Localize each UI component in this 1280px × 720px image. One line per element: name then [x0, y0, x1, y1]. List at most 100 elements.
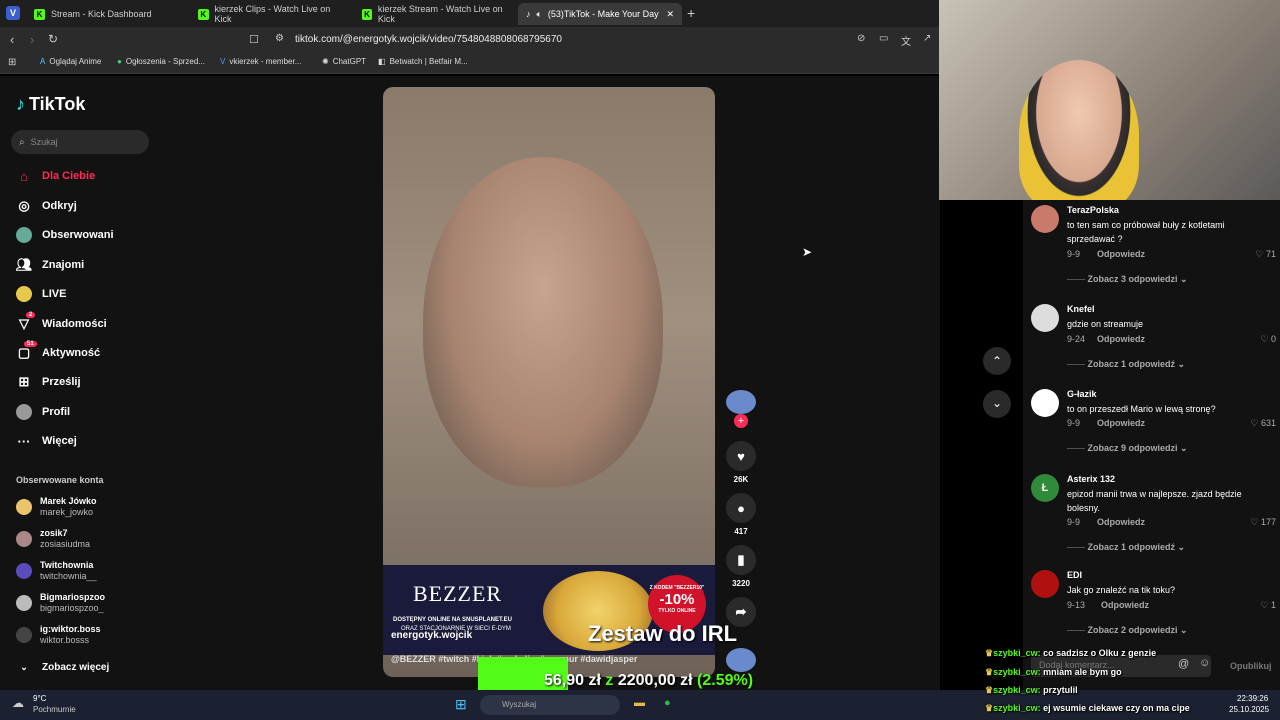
save-button[interactable]: ▮ 3220 [726, 545, 756, 588]
reload-icon[interactable]: ↻ [48, 32, 58, 46]
folder-icon[interactable]: ▬ [634, 697, 645, 709]
goal-target: 2200,00 zł [617, 672, 693, 689]
clock-date[interactable]: 25.10.2025 [1229, 705, 1269, 714]
comment-user[interactable]: TerazPolska [1067, 205, 1119, 215]
url-input[interactable]: tiktok.com/@energotyk.wojcik/video/75480… [295, 34, 562, 45]
view-replies-button[interactable]: —— Zobacz 2 odpowiedzi ⌄ [1067, 625, 1188, 636]
view-replies-button[interactable]: —— Zobacz 9 odpowiedzi ⌄ [1067, 443, 1188, 454]
nav-live[interactable]: LIVE [16, 286, 66, 302]
follow-plus-icon[interactable]: + [734, 414, 748, 428]
tab-kierzek-clips[interactable]: Kkierzek Clips - Watch Live on Kick [190, 3, 352, 25]
tab-tiktok[interactable]: ♪ 🔈︎ (53)TikTok - Make Your Day ✕ [518, 3, 682, 25]
bookmark-item[interactable]: ● Ogłoszenia - Sprzed... [117, 57, 205, 66]
nav-profil[interactable]: Profil [16, 404, 70, 420]
bookmark-icon[interactable]: ☐ [249, 33, 259, 46]
share-icon[interactable]: ↗ [923, 33, 931, 44]
comment-likes[interactable]: ♡ 177 [1250, 517, 1276, 528]
next-video-button[interactable]: ⌄ [983, 390, 1011, 418]
tab-kierzek-stream[interactable]: Kkierzek Stream - Watch Live on Kick [354, 3, 516, 25]
reply-button[interactable]: Odpowiedz [1097, 418, 1145, 428]
comment-likes[interactable]: ♡ 631 [1250, 418, 1276, 429]
app-icon[interactable]: ● [664, 697, 671, 709]
weather-temp[interactable]: 9°C [33, 694, 46, 703]
view-replies-button[interactable]: —— Zobacz 1 odpowiedź ⌄ [1067, 359, 1185, 370]
reply-button[interactable]: Odpowiedz [1101, 600, 1149, 610]
nav-znajomi[interactable]: 👥︎ Znajomi [16, 257, 84, 273]
taskbar-search[interactable]: Wyszukaj [480, 695, 620, 715]
mention-icon[interactable]: @ [1178, 658, 1189, 670]
previous-video-button[interactable]: ⌃ [983, 347, 1011, 375]
tab-title: kierzek Clips - Watch Live on Kick [214, 4, 331, 24]
reply-button[interactable]: Odpowiedz [1097, 334, 1145, 344]
comment-user[interactable]: G-łazik [1067, 389, 1097, 399]
comment-likes[interactable]: ♡ 0 [1260, 334, 1276, 345]
nav-przeslij[interactable]: ⊞ Prześlij [16, 374, 81, 390]
apps-icon[interactable]: ⊞ [8, 57, 16, 68]
comment-user[interactable]: Asterix 132 [1067, 474, 1115, 484]
tracking-icon[interactable]: ⊘ [857, 33, 865, 44]
followed-account[interactable]: zosik7 zosiasiudma [16, 528, 90, 550]
nav-label: Profil [42, 406, 71, 418]
comment-button[interactable]: ● 417 [726, 493, 756, 536]
comment-item: TerazPolska to ten sam co próbował buły … [1031, 205, 1276, 290]
comment-user[interactable]: EDI [1067, 570, 1082, 580]
followed-account[interactable]: Marek Jówko marek_jowko [16, 496, 97, 518]
close-tab-icon[interactable]: ✕ [666, 9, 674, 20]
nav-aktywnosc[interactable]: ▢ 51 Aktywność [16, 341, 100, 361]
view-replies-button[interactable]: —— Zobacz 1 odpowiedź ⌄ [1067, 542, 1185, 553]
nav-wiadomosci[interactable]: ▽ 2 Wiadomości [16, 312, 107, 332]
bookmark-item[interactable]: ◧ Betwatch | Betfair M... [378, 57, 468, 66]
like-button[interactable]: ♥ 26K [726, 441, 756, 484]
followed-account[interactable]: ig:wiktor.boss wiktor.bosss [16, 624, 101, 646]
music-disc-icon[interactable] [726, 648, 756, 672]
see-more-button[interactable]: ⌄ Zobacz więcej [16, 659, 109, 675]
reply-button[interactable]: Odpowiedz [1097, 517, 1145, 527]
tiktok-logo[interactable]: ♪ TikTok [16, 94, 85, 115]
cast-icon[interactable]: ▭ [879, 33, 888, 44]
author-avatar[interactable] [726, 390, 756, 414]
avatar[interactable] [1031, 570, 1059, 598]
goal-progress-text: 56,90 zł z 2200,00 zł (2.59%) [544, 672, 753, 690]
followed-account[interactable]: Bigmariospzoo bigmariospzoo_ [16, 592, 105, 614]
windows-start-icon[interactable]: ⊞ [455, 696, 467, 713]
publish-button[interactable]: Opublikuj [1230, 661, 1272, 671]
site-info-icon[interactable]: ⚙ [275, 33, 284, 44]
forward-icon[interactable]: › [30, 32, 34, 47]
profile-icon[interactable]: V [6, 6, 20, 20]
avatar[interactable] [1031, 205, 1059, 233]
bookmark-item[interactable]: Vvkierzek - member... [220, 57, 301, 66]
new-tab-icon[interactable]: + [687, 5, 695, 21]
heart-outline-icon: ♡ [1260, 600, 1271, 610]
divider: —— [1067, 542, 1088, 552]
bookmark-item[interactable]: A Oglądaj Anime [40, 57, 101, 66]
translate-icon[interactable]: 文 [901, 33, 911, 48]
back-icon[interactable]: ‹ [10, 32, 14, 47]
chat-message: ♛szybki_cw: mniam ale bym go [985, 667, 1122, 678]
view-replies-button[interactable]: —— Zobacz 3 odpowiedzi ⌄ [1067, 274, 1188, 285]
search-input[interactable]: ⌕ Szukaj [11, 130, 149, 154]
bookmark-label: Ogłoszenia - Sprzed... [125, 57, 205, 66]
bookmark-item[interactable]: ✺ ChatGPT [322, 57, 366, 66]
reply-button[interactable]: Odpowiedz [1097, 249, 1145, 259]
nav-obserwowani[interactable]: Obserwowani [16, 227, 114, 243]
comment-likes[interactable]: ♡ 1 [1260, 600, 1276, 611]
comment-likes[interactable]: ♡ 71 [1255, 249, 1276, 260]
badge-discount: -10% [659, 591, 695, 608]
person-face [423, 157, 663, 487]
video-player[interactable]: BEZZER DOSTĘPNY ONLINE NA SNUSPLANET.EU … [383, 87, 715, 677]
kick-icon: K [34, 8, 45, 20]
weather-desc[interactable]: Pochmurnie [33, 705, 76, 714]
nav-wiecej[interactable]: ··· Więcej [16, 433, 77, 449]
emoji-icon[interactable]: ☺ [1199, 657, 1210, 669]
avatar[interactable] [1031, 389, 1059, 417]
avatar[interactable] [1031, 304, 1059, 332]
activity-icon: ▢ 51 [16, 341, 37, 361]
nav-dla-ciebie[interactable]: ⌂ Dla Ciebie [16, 168, 95, 184]
followed-account[interactable]: Twitchownia twitchownia__ [16, 560, 97, 582]
tab-kick-dashboard[interactable]: K Stream - Kick Dashboard [26, 3, 188, 25]
clock-time[interactable]: 22:39:26 [1237, 694, 1268, 703]
avatar[interactable]: Ł [1031, 474, 1059, 502]
video-author[interactable]: energotyk.wojcik [391, 630, 472, 641]
nav-odkryj[interactable]: ◎ Odkryj [16, 198, 77, 214]
comment-user[interactable]: Knefel [1067, 304, 1095, 314]
